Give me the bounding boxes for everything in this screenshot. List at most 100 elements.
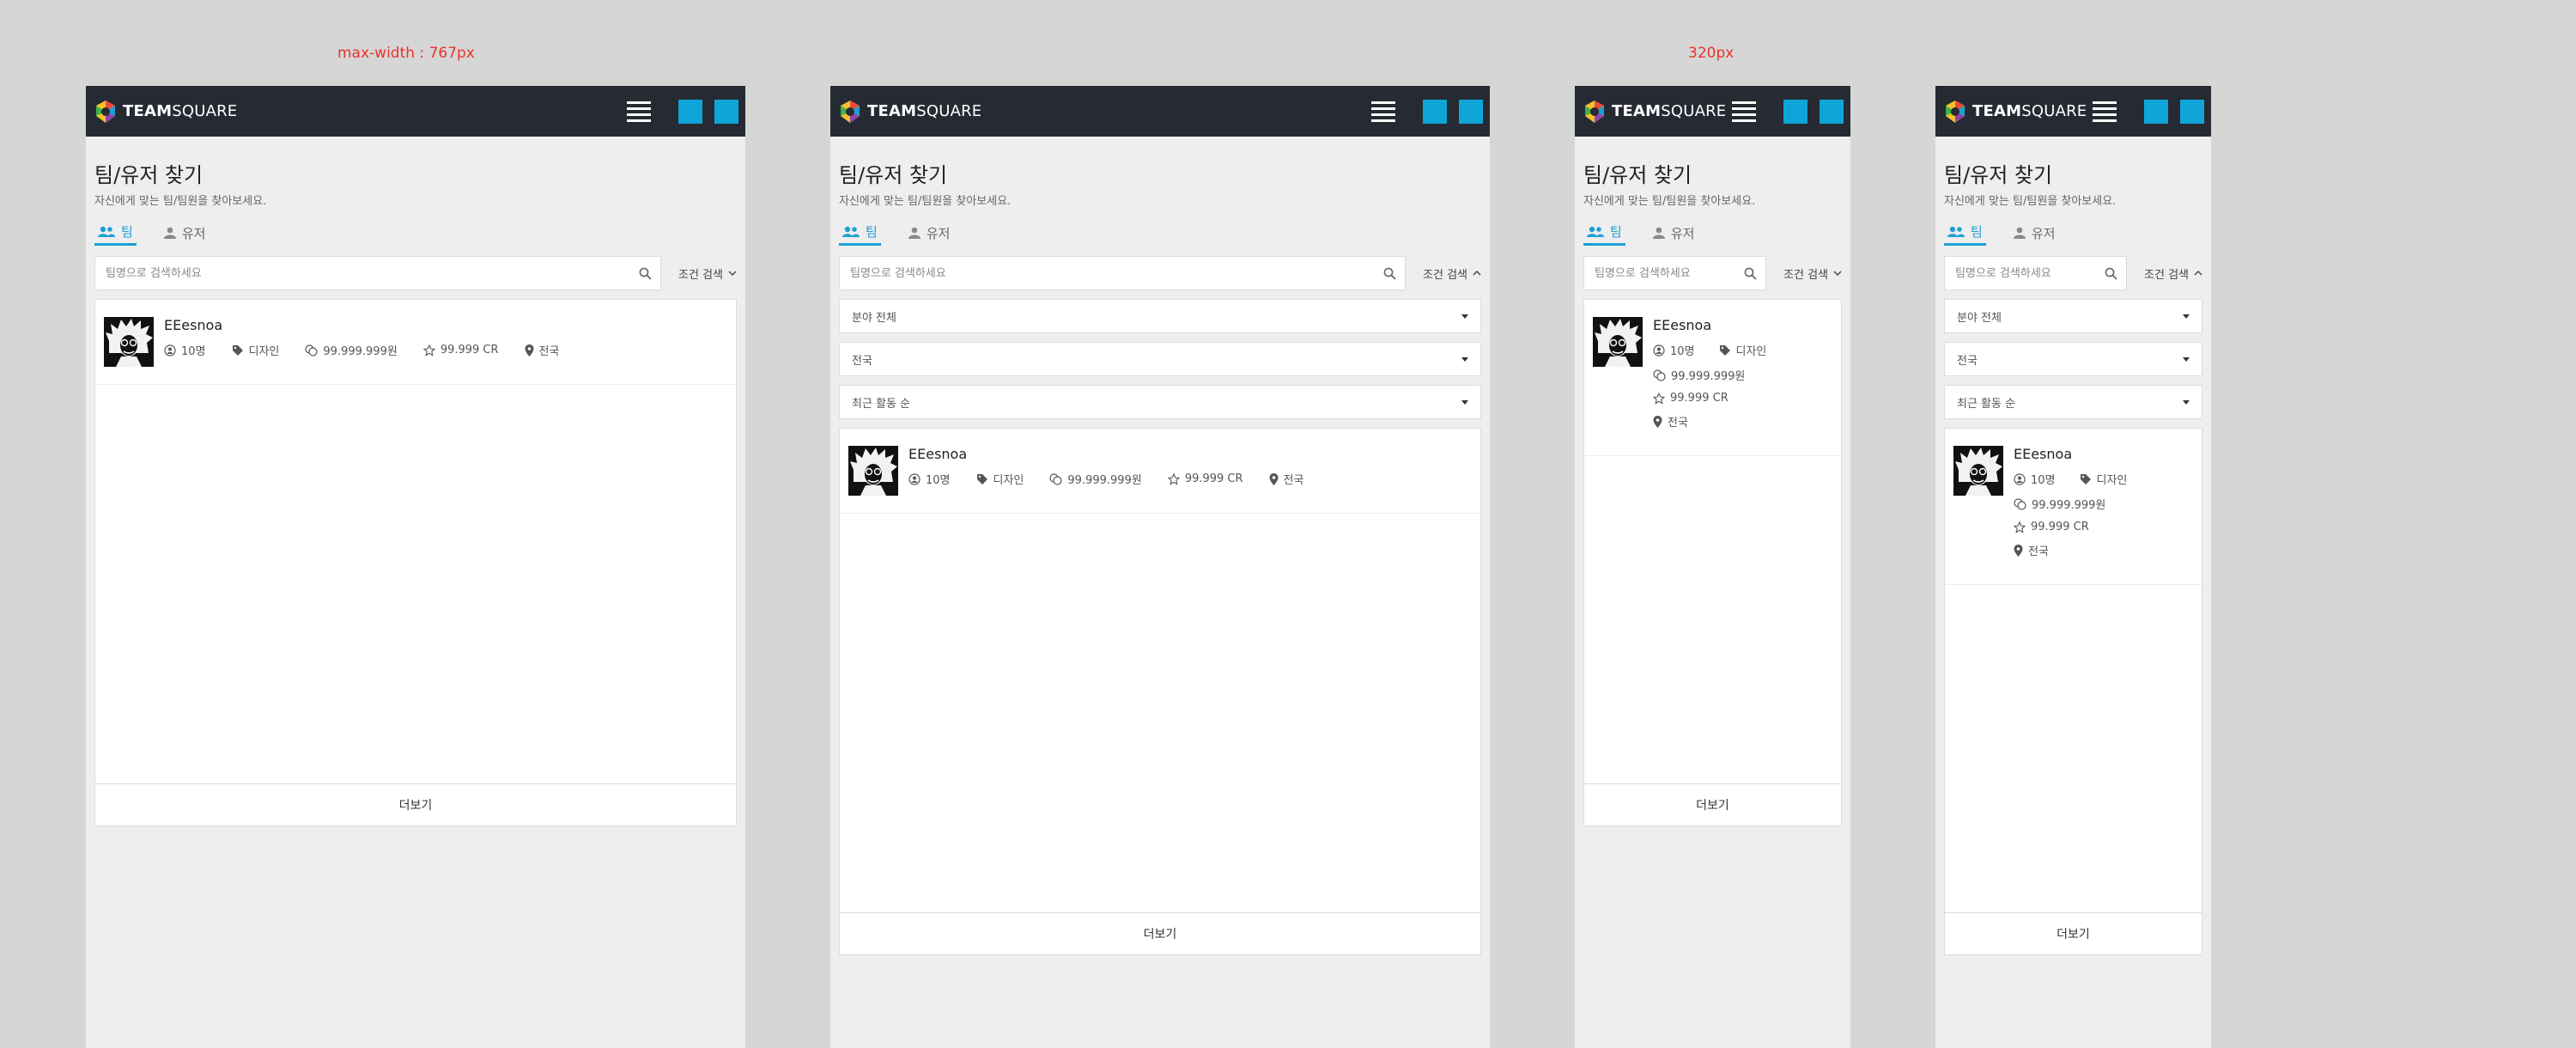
users-icon — [842, 226, 860, 237]
tag-icon — [1719, 344, 1730, 356]
logo[interactable]: TEAMSQUARE — [1942, 99, 2087, 125]
filter-toggle[interactable]: 조건 검색 — [1423, 265, 1481, 282]
header-action-button-1[interactable] — [678, 99, 702, 124]
filter-toggle[interactable]: 조건 검색 — [678, 265, 737, 282]
logo-text-rest: SQUARE — [916, 102, 982, 120]
star-icon — [1167, 472, 1180, 485]
search-input[interactable] — [1593, 265, 1745, 281]
tab-label: 팀 — [1610, 224, 1622, 240]
sort-select[interactable]: 최근 활동 순 — [1944, 385, 2202, 419]
header-action-button-2[interactable] — [714, 99, 738, 124]
header-action-button-2[interactable] — [2180, 99, 2204, 124]
avatar[interactable] — [848, 446, 898, 496]
menu-icon[interactable] — [2093, 101, 2117, 122]
avatar[interactable] — [1953, 446, 2003, 496]
tab-label: 유저 — [181, 225, 206, 241]
list-item[interactable]: EEesnoa 10명 디자인 99.999.999원 99.999 CR 전국 — [840, 429, 1480, 514]
team-name[interactable]: EEesnoa — [2014, 446, 2127, 462]
users-icon — [1587, 226, 1604, 237]
breakpoint-annotation: max-width : 767px — [337, 45, 475, 62]
tag-icon — [976, 473, 987, 484]
page-subtitle: 자신에게 맞는 팀/팀원을 찾아보세요. — [1583, 195, 1756, 208]
tab-team[interactable]: 팀 — [839, 220, 881, 246]
filter-toggle-label: 조건 검색 — [1783, 268, 1828, 282]
region-select[interactable]: 전국 — [1944, 342, 2202, 376]
header-action-button-2[interactable] — [1459, 99, 1483, 124]
search-icon[interactable] — [2105, 267, 2117, 280]
region-select[interactable]: 전국 — [839, 342, 1481, 376]
tab-user[interactable]: 유저 — [161, 220, 210, 246]
search-input[interactable] — [1953, 265, 2105, 281]
select-value: 분야 전체 — [1957, 311, 2002, 325]
tag-icon — [232, 344, 243, 356]
list-item[interactable]: EEesnoa 10명 디자인 99.999.999원 99.999 CR 전국 — [1945, 429, 2202, 585]
search-input[interactable] — [104, 265, 640, 281]
search-icon[interactable] — [639, 267, 652, 280]
field-select[interactable]: 분야 전체 — [839, 299, 1481, 333]
tab-team[interactable]: 팀 — [1583, 220, 1625, 246]
menu-icon[interactable] — [627, 101, 651, 122]
chevron-up-icon — [2194, 271, 2202, 276]
star-icon — [2014, 521, 2026, 533]
user-icon — [163, 227, 176, 239]
menu-icon[interactable] — [1371, 101, 1395, 122]
members-count: 10명 — [908, 471, 951, 487]
users-icon — [1947, 226, 1965, 237]
filter-toggle[interactable]: 조건 검색 — [1783, 265, 1842, 282]
field-select[interactable]: 분야 전체 — [1944, 299, 2202, 333]
credit: 99.999 CR — [1167, 471, 1243, 487]
sort-select[interactable]: 최근 활동 순 — [839, 385, 1481, 419]
page-title: 팀/유저 찾기 — [1583, 163, 1692, 187]
avatar[interactable] — [1593, 317, 1643, 367]
user-icon — [2013, 227, 2026, 239]
logo-icon — [1946, 100, 1965, 123]
search-icon[interactable] — [1744, 267, 1757, 280]
tab-user[interactable]: 유저 — [905, 220, 954, 246]
header-action-button-2[interactable] — [1820, 99, 1844, 124]
logo-text-rest: SQUARE — [2021, 102, 2087, 120]
tab-team[interactable]: 팀 — [94, 220, 137, 246]
menu-icon[interactable] — [1732, 101, 1756, 122]
mobile-frame-767-expanded: TEAMSQUARE 팀/유저 찾기 자신에게 맞는 팀/팀원을 찾아보세요. … — [830, 86, 1490, 1048]
load-more-button[interactable]: 더보기 — [1945, 912, 2202, 954]
location: 전국 — [2014, 542, 2127, 558]
filter-toggle[interactable]: 조건 검색 — [2144, 265, 2202, 282]
search-icon[interactable] — [1383, 267, 1396, 280]
caret-down-icon — [2183, 356, 2190, 362]
members-count: 10명 — [1653, 342, 1695, 358]
location: 전국 — [1269, 471, 1303, 487]
avatar[interactable] — [104, 317, 154, 367]
search-input[interactable] — [848, 265, 1384, 281]
select-value: 분야 전체 — [852, 311, 896, 325]
tab-user[interactable]: 유저 — [2010, 220, 2059, 246]
result-list: EEesnoa 10명 디자인 99.999.999원 99.999 CR 전국… — [1583, 299, 1842, 826]
search-box — [1583, 256, 1767, 290]
logo-text-rest: SQUARE — [172, 102, 238, 120]
user-icon — [908, 227, 920, 239]
search-box — [94, 256, 662, 290]
team-name[interactable]: EEesnoa — [1653, 317, 1766, 333]
location: 전국 — [1653, 413, 1766, 430]
result-list: EEesnoa 10명 디자인 99.999.999원 99.999 CR 전국… — [94, 299, 737, 826]
tab-user[interactable]: 유저 — [1649, 220, 1698, 246]
select-value: 최근 활동 순 — [852, 397, 911, 411]
tab-label: 유저 — [926, 225, 951, 241]
load-more-button[interactable]: 더보기 — [840, 912, 1480, 954]
filter-toggle-label: 조건 검색 — [2144, 268, 2189, 282]
logo[interactable]: TEAMSQUARE — [837, 99, 981, 125]
load-more-button[interactable]: 더보기 — [1584, 783, 1841, 826]
list-item[interactable]: EEesnoa 10명 디자인 99.999.999원 99.999 CR 전국 — [1584, 300, 1841, 456]
header-action-button-1[interactable] — [2144, 99, 2168, 124]
logo[interactable]: TEAMSQUARE — [93, 99, 237, 125]
team-name[interactable]: EEesnoa — [908, 446, 1329, 462]
select-value: 전국 — [1957, 354, 1978, 368]
load-more-button[interactable]: 더보기 — [95, 783, 736, 826]
map-pin-icon — [2014, 544, 2023, 557]
team-name[interactable]: EEesnoa — [164, 317, 585, 333]
coins-icon — [2014, 497, 2026, 510]
tab-team[interactable]: 팀 — [1944, 220, 1986, 246]
header-action-button-1[interactable] — [1423, 99, 1447, 124]
list-item[interactable]: EEesnoa 10명 디자인 99.999.999원 99.999 CR 전국 — [95, 300, 736, 385]
logo[interactable]: TEAMSQUARE — [1582, 99, 1726, 125]
header-action-button-1[interactable] — [1783, 99, 1807, 124]
